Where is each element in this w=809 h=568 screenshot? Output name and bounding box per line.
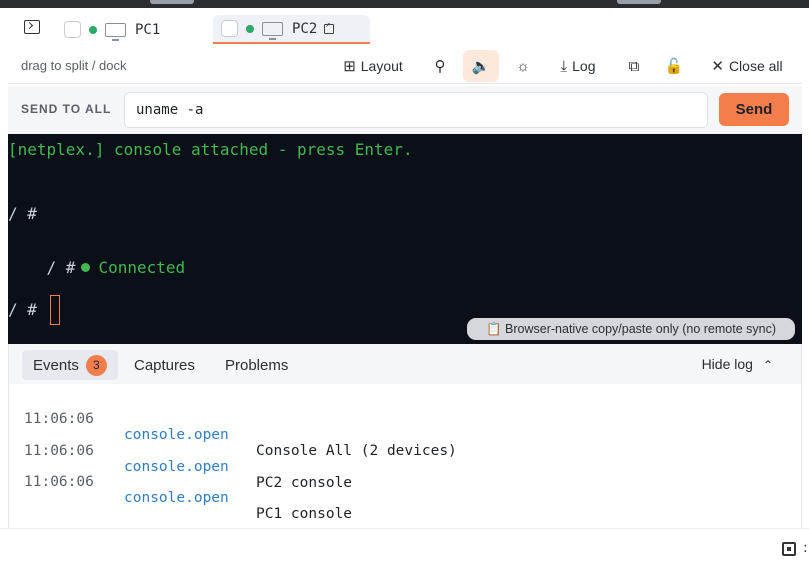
sun-icon: ☼ [516, 57, 530, 75]
terminal-icon[interactable] [24, 20, 40, 34]
hide-log-button[interactable]: Hide log ⌃ [702, 356, 773, 372]
drag-handle[interactable] [150, 0, 194, 4]
send-to-all-label: SEND TO ALL [21, 102, 112, 116]
unlock-icon: 🔓 [664, 58, 684, 75]
tab-select-checkbox[interactable] [221, 20, 238, 37]
tab-problems[interactable]: Problems [214, 350, 299, 380]
lock-button[interactable]: 🔓 [662, 50, 686, 82]
log-time: 11:06:06 [24, 474, 94, 490]
drag-handle[interactable] [617, 0, 661, 4]
log-panel: Events 3 Captures Problems Hide log ⌃ 11:… [8, 344, 802, 528]
terminal-cursor [50, 295, 60, 325]
pop-out-icon[interactable] [324, 20, 335, 34]
monitor-icon [262, 21, 283, 40]
tab-label: PC1 [135, 21, 161, 38]
search-button[interactable]: ⚲ [428, 50, 452, 82]
external-link-icon: ⧉ [628, 57, 640, 75]
speaker-icon: 🔈 [471, 58, 491, 75]
more-indicator: : [803, 540, 808, 556]
tab-select-checkbox[interactable] [64, 21, 81, 38]
send-button[interactable]: Send [719, 93, 789, 126]
broadcast-command-input[interactable] [124, 92, 708, 128]
tab-pc1[interactable]: PC1 [56, 15, 206, 44]
tab-pc2[interactable]: PC2 [213, 15, 370, 44]
status-dot [89, 25, 97, 34]
close-icon: ✕ [711, 58, 724, 75]
window-top-bar [0, 0, 809, 8]
terminal-prompt: / # [46, 258, 76, 277]
log-row[interactable]: 11:06:06 console.open PC2 console [24, 427, 352, 491]
close-all-button[interactable]: ✕ Close all [704, 50, 790, 82]
console-tab-bar: PC1 PC2 [8, 12, 802, 46]
tab-label: PC2 [292, 20, 318, 37]
log-event[interactable]: console.open [124, 459, 229, 475]
log-event[interactable]: console.open [124, 427, 229, 443]
console-toolbar: drag to split / dock ⊞ Layout ⚲ 🔈 ☼ ⤓ Lo… [8, 48, 802, 84]
log-message: Console All (2 devices) [256, 443, 457, 459]
pop-out-button[interactable]: ⧉ [622, 50, 646, 82]
terminal-prompt: / # [8, 300, 37, 319]
send-to-all-bar: SEND TO ALL Send [8, 86, 802, 134]
grid-icon: ⊞ [343, 58, 356, 75]
tab-events[interactable]: Events 3 [22, 350, 118, 380]
copy-paste-notice: 📋 Browser-native copy/paste only (no rem… [467, 318, 795, 340]
sound-toggle-button[interactable]: 🔈 [463, 50, 499, 82]
connected-dot-icon [81, 263, 91, 272]
dock-hint: drag to split / dock [21, 58, 127, 73]
log-event[interactable]: console.open [124, 490, 229, 506]
log-tab-bar: Events 3 Captures Problems Hide log ⌃ [9, 344, 801, 384]
theme-toggle-button[interactable]: ☼ [511, 50, 535, 82]
log-time: 11:06:06 [24, 411, 94, 427]
connected-text: Connected [98, 258, 186, 277]
log-message: PC2 console [256, 475, 353, 491]
log-row[interactable]: 11:06:06 console.open PC1 console [24, 458, 352, 522]
search-icon: ⚲ [434, 58, 446, 75]
terminal-output[interactable]: [netplex.] console attached - press Ente… [8, 134, 802, 344]
log-row[interactable]: 11:06:06 console.open Console All (2 dev… [24, 395, 457, 459]
terminal-line-connected: / # Connected [8, 235, 186, 277]
terminal-prompt: / # [8, 204, 37, 223]
log-time: 11:06:06 [24, 443, 94, 459]
download-log-button[interactable]: ⤓ Log [553, 50, 603, 82]
terminal-banner: [netplex.] console attached - press Ente… [8, 140, 413, 159]
monitor-icon [105, 22, 126, 41]
chip-icon[interactable] [782, 542, 796, 556]
layout-button[interactable]: ⊞ Layout [341, 50, 405, 82]
log-message: PC1 console [256, 506, 353, 522]
status-footer: : [0, 528, 809, 568]
chevron-up-icon: ⌃ [762, 358, 773, 372]
events-count-badge: 3 [85, 354, 107, 376]
status-dot [246, 24, 254, 33]
tab-captures[interactable]: Captures [123, 350, 206, 380]
download-icon: ⤓ [560, 57, 568, 75]
